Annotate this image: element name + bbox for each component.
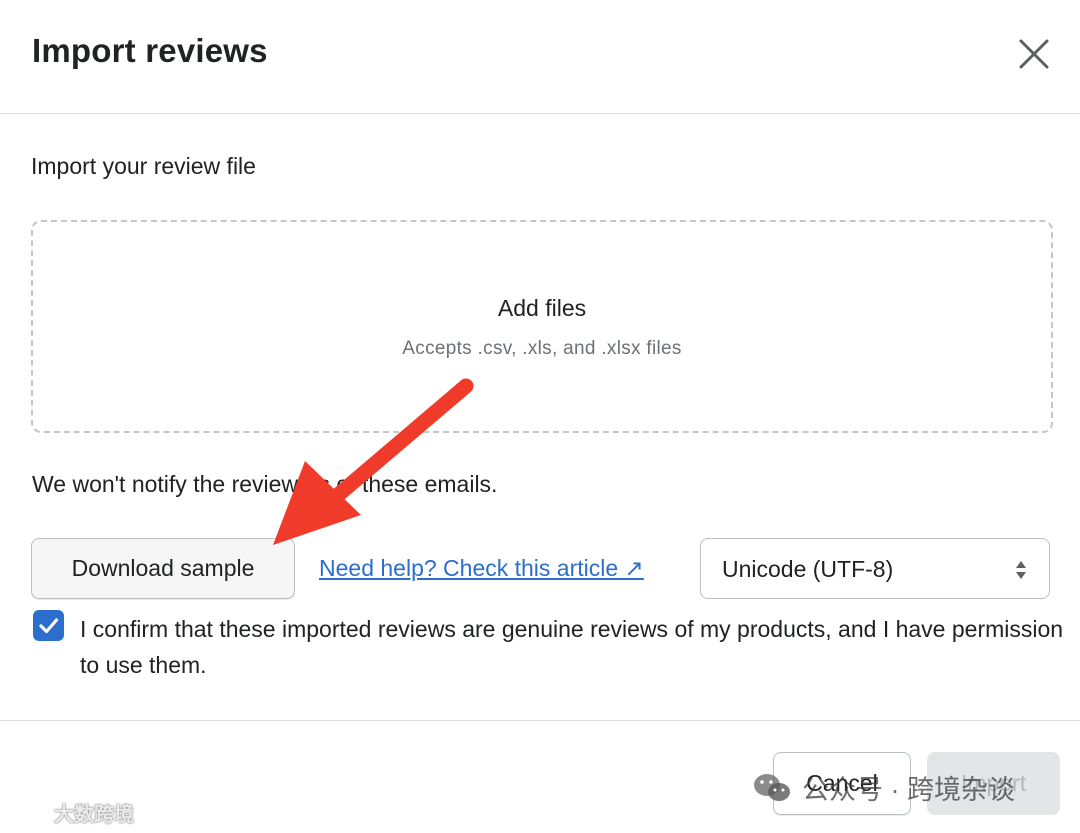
confirm-checkbox[interactable] [33, 610, 64, 641]
checkmark-icon [39, 618, 59, 634]
select-arrows-icon [1016, 561, 1026, 579]
import-reviews-dialog: Import reviews Import your review file A… [0, 0, 1080, 833]
encoding-select[interactable]: Unicode (UTF-8) [700, 538, 1050, 599]
cancel-button[interactable]: Cancel [773, 752, 911, 815]
dropzone-hint: Accepts .csv, .xls, and .xlsx files [402, 338, 682, 359]
file-dropzone[interactable]: Add files Accepts .csv, .xls, and .xlsx … [31, 220, 1053, 433]
help-article-link[interactable]: Need help? Check this article ↗ [319, 555, 644, 582]
watermark-left-text: 大数跨境 [54, 804, 134, 826]
dialog-footer: Cancel Import [0, 720, 1080, 833]
notification-notice: We won't notify the reviewers of these e… [32, 471, 498, 497]
brand-logo-icon [8, 804, 47, 821]
dialog-title: Import reviews [32, 32, 268, 69]
import-button[interactable]: Import [927, 752, 1060, 815]
close-button[interactable] [1012, 32, 1056, 76]
download-sample-button[interactable]: Download sample [31, 538, 295, 599]
close-icon [1019, 39, 1049, 69]
dialog-header: Import reviews [0, 0, 1080, 114]
encoding-selected-value: Unicode (UTF-8) [722, 556, 894, 582]
dropzone-title[interactable]: Add files [33, 295, 1051, 322]
confirm-label[interactable]: I confirm that these imported reviews ar… [80, 611, 1065, 683]
watermark-left: 大数跨境 [8, 798, 134, 827]
upload-section-label: Import your review file [31, 153, 256, 179]
